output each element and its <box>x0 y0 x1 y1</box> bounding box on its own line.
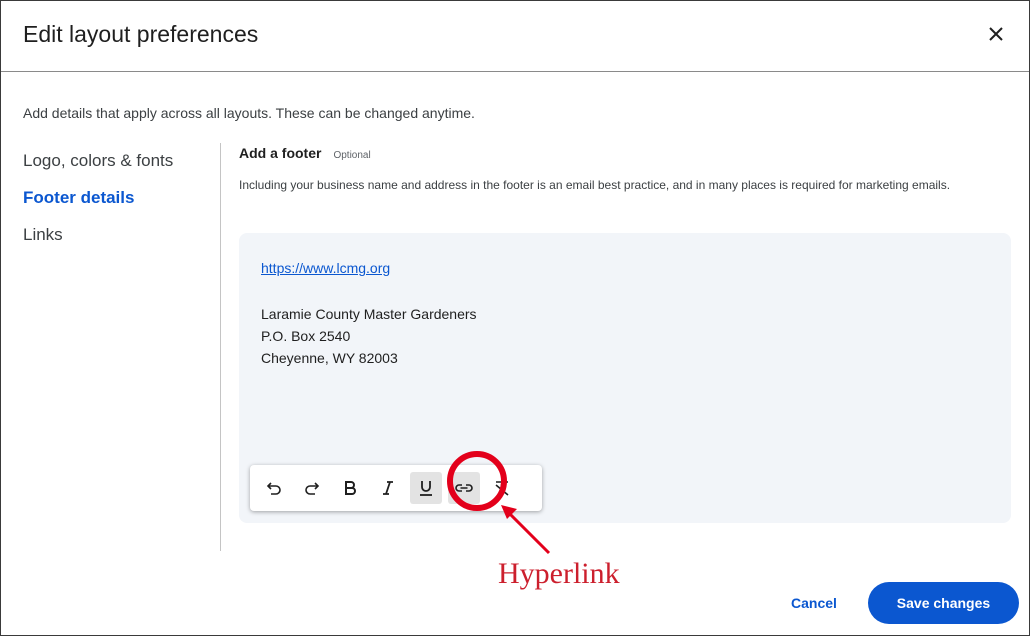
annotation-arrow <box>501 505 551 555</box>
cancel-button[interactable]: Cancel <box>773 583 855 623</box>
annotation-label: Hyperlink <box>498 557 620 590</box>
edit-layout-dialog: Edit layout preferences Add details that… <box>0 0 1030 636</box>
save-changes-button[interactable]: Save changes <box>868 582 1019 624</box>
